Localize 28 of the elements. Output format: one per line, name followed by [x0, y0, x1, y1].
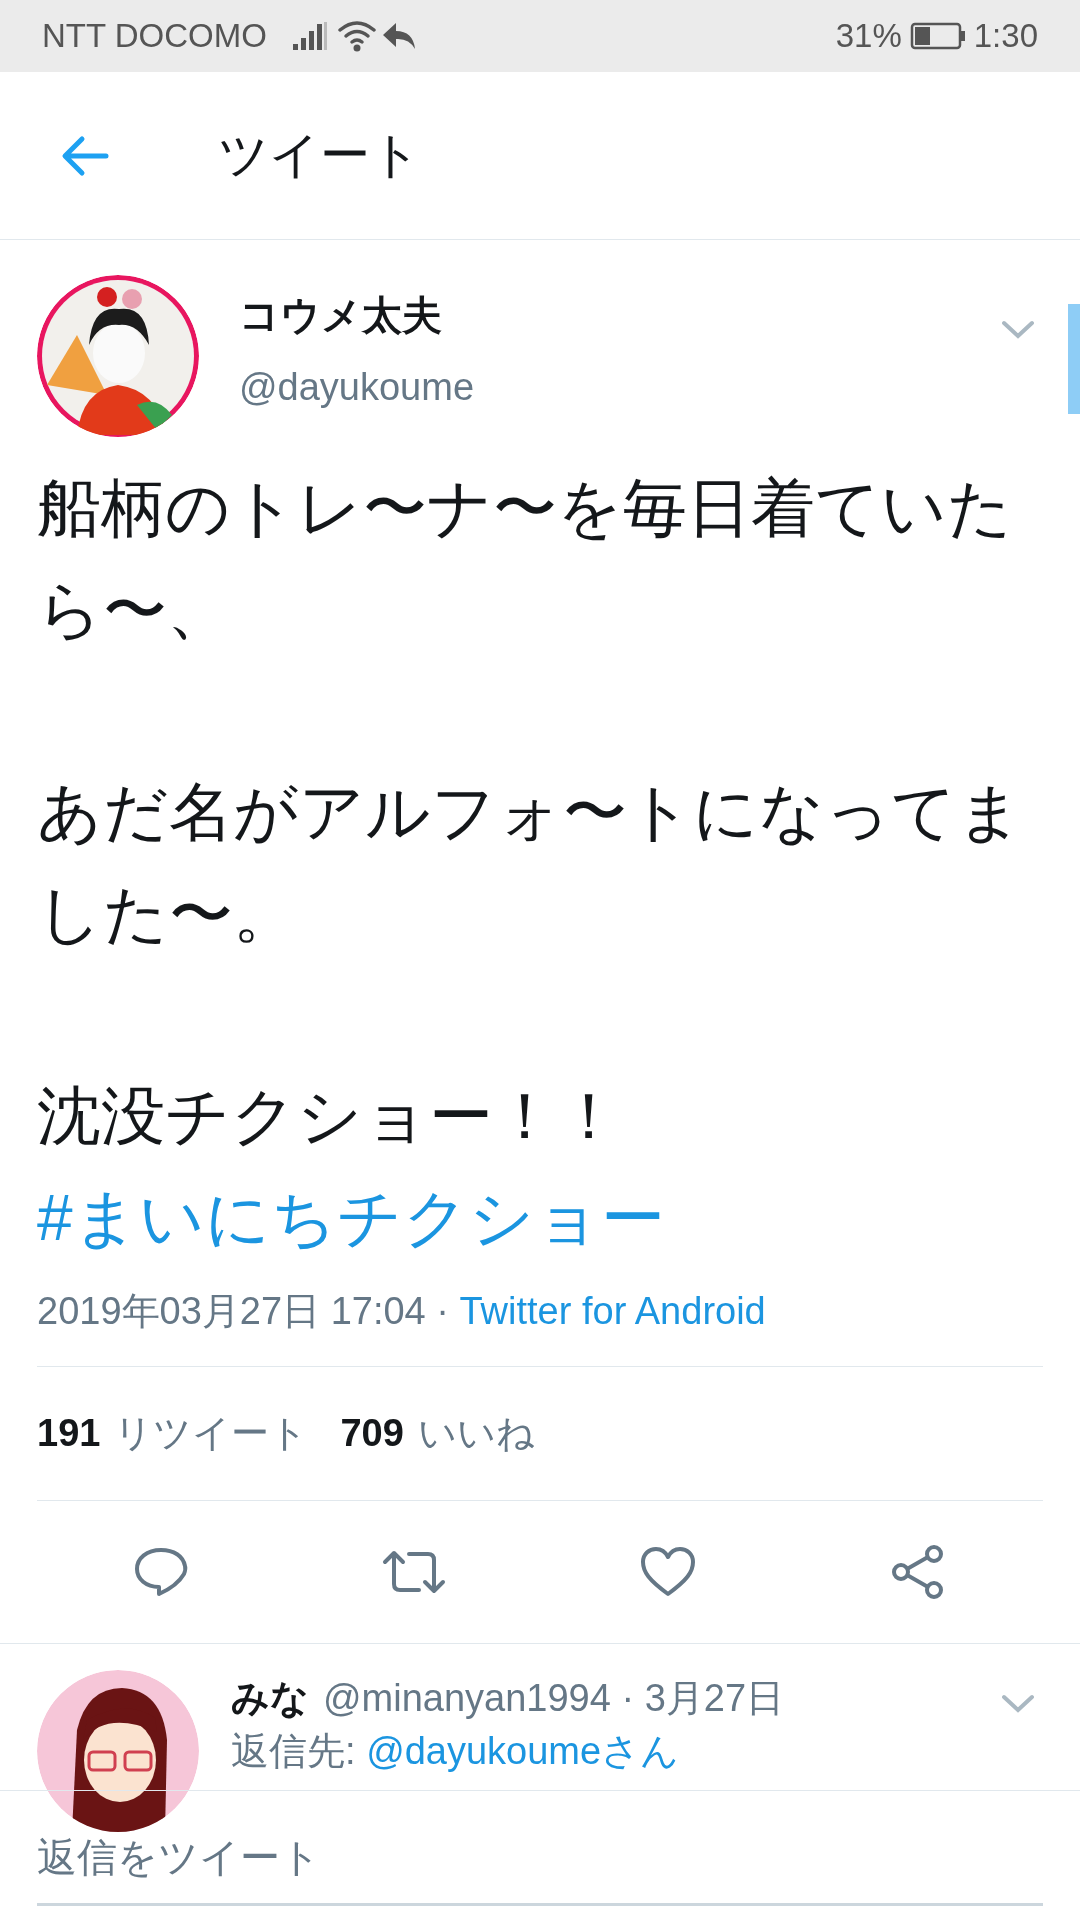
mention-link[interactable]: @dayukoumeさん — [366, 1727, 680, 1775]
reply-user-name: みな — [231, 1676, 309, 1721]
comment-icon[interactable] — [133, 1546, 189, 1598]
stat-count: 191 — [37, 1411, 101, 1456]
source-link[interactable]: Twitter for Android — [459, 1290, 766, 1332]
tweet-text: 沈没チクショー！！ #まいにちチクショー — [37, 1079, 666, 1256]
signal-icon — [290, 20, 329, 52]
clock-time: 1:30 — [973, 16, 1038, 57]
tweet-timestamp: 2019年03月27日 17:04 · — [37, 1290, 450, 1332]
stat-label: いいね — [417, 1411, 535, 1456]
stat-label: リツイート — [114, 1411, 309, 1456]
stat-count: 709 — [340, 1411, 404, 1456]
carrier-name: NTT DOCOMO — [42, 16, 267, 57]
heart-icon[interactable] — [639, 1546, 697, 1598]
reply-to-label: 返信先: — [231, 1730, 357, 1772]
reply-input-field[interactable]: 返信をツイート — [37, 1827, 1043, 1906]
battery-icon — [909, 22, 966, 50]
header-title: ツイート — [218, 126, 421, 185]
retweet-icon[interactable] — [381, 1548, 447, 1596]
back-arrow-icon — [60, 133, 110, 178]
user-name: コウメ太夫 — [239, 292, 443, 339]
wifi-icon — [336, 19, 377, 53]
tweet-text: 船柄のトレ〜ナ〜を毎日着ていたら〜、 — [37, 471, 1014, 648]
reply-meta: @minanyan1994 · 3月27日 — [323, 1676, 785, 1721]
user-handle: @dayukoume — [239, 365, 476, 410]
tweet-text: あだ名がアルフォ〜トになってました〜。 — [37, 775, 1024, 952]
battery-percentage: 31% — [835, 16, 902, 57]
hashtag-link[interactable]: #まいにちチクショー — [37, 1182, 665, 1254]
